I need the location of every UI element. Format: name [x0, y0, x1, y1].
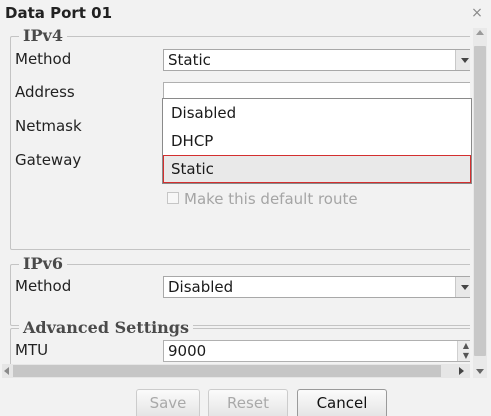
mtu-label: MTU — [15, 341, 49, 359]
default-route-label: Make this default route — [184, 190, 358, 208]
ipv6-method-label: Method — [15, 277, 72, 295]
dropdown-option-disabled[interactable]: Disabled — [163, 99, 471, 127]
chevron-down-icon[interactable] — [455, 50, 470, 70]
scroll-right-icon[interactable] — [459, 367, 464, 375]
ipv4-address-label: Address — [15, 83, 75, 101]
vertical-scroll-thumb[interactable] — [474, 46, 486, 356]
dropdown-option-static[interactable]: Static — [163, 155, 471, 183]
default-route-checkbox[interactable] — [167, 192, 179, 204]
ipv4-legend: IPv4 — [19, 26, 67, 45]
vertical-scrollbar[interactable] — [473, 28, 487, 378]
dropdown-option-dhcp[interactable]: DHCP — [163, 127, 471, 155]
ipv4-netmask-label: Netmask — [15, 117, 82, 135]
ipv4-method-value: Static — [168, 51, 211, 69]
ipv4-method-dropdown: Disabled DHCP Static — [162, 98, 472, 184]
ipv4-method-label: Method — [15, 50, 72, 68]
ipv4-method-select[interactable]: Static — [163, 49, 470, 71]
cancel-button[interactable]: Cancel — [297, 389, 387, 416]
mtu-spinner-icon[interactable]: ▲ ▼ — [457, 341, 470, 361]
scroll-left-icon[interactable] — [4, 367, 9, 375]
mtu-value: 9000 — [168, 342, 207, 360]
dialog-title: Data Port 01 — [5, 4, 113, 22]
scroll-up-icon[interactable] — [476, 30, 484, 35]
horizontal-scrollbar[interactable] — [2, 364, 470, 378]
ipv6-method-value: Disabled — [168, 278, 234, 296]
ipv6-group: IPv6 Method Disabled — [10, 254, 470, 326]
horizontal-scroll-thumb[interactable] — [13, 365, 441, 377]
reset-button[interactable]: Reset — [208, 389, 288, 416]
title-bar: Data Port 01 × — [0, 0, 491, 24]
mtu-field[interactable]: 9000 ▲ ▼ — [163, 340, 470, 362]
form-viewport: IPv4 Method Address Netmask Gateway Stat… — [6, 26, 470, 378]
chevron-down-icon[interactable] — [455, 277, 470, 297]
save-button[interactable]: Save — [136, 389, 200, 416]
close-icon[interactable]: × — [470, 6, 484, 20]
advanced-legend: Advanced Settings — [19, 318, 193, 337]
ipv6-method-select[interactable]: Disabled — [163, 276, 470, 298]
scroll-down-icon[interactable] — [476, 369, 484, 374]
dialog: Data Port 01 × IPv4 Method Address Netma… — [0, 0, 491, 416]
ipv6-legend: IPv6 — [19, 254, 67, 273]
ipv4-gateway-label: Gateway — [15, 151, 82, 169]
